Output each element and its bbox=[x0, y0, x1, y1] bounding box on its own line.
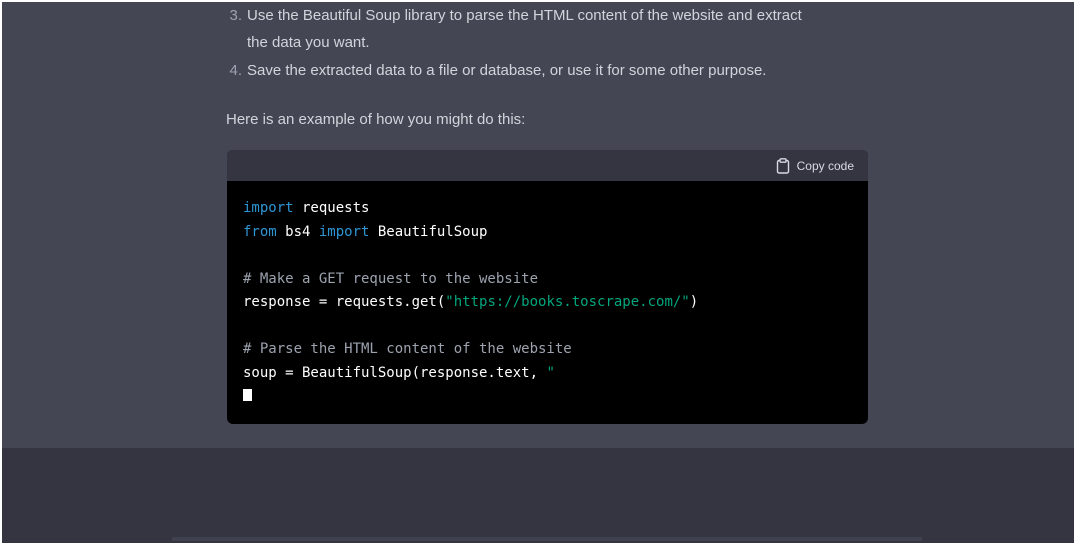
intro-paragraph: Here is an example of how you might do t… bbox=[226, 111, 526, 128]
input-box-top-edge bbox=[172, 537, 922, 541]
assistant-message: 3. Use the Beautiful Soup library to par… bbox=[2, 2, 1074, 448]
typing-cursor bbox=[243, 389, 252, 401]
list-text: Save the extracted data to a file or dat… bbox=[247, 62, 767, 79]
copy-code-button[interactable]: Copy code bbox=[776, 157, 854, 175]
code-token: # Parse the HTML content of the website bbox=[243, 341, 572, 357]
clipboard-icon bbox=[776, 158, 790, 174]
list-number: 3. bbox=[229, 7, 242, 24]
code-token: "https://books.toscrape.com/" bbox=[445, 294, 690, 310]
input-area bbox=[2, 448, 1074, 543]
code-token: bs4 bbox=[276, 223, 319, 240]
code-token: import bbox=[318, 223, 370, 240]
code-header: Copy code bbox=[227, 150, 868, 181]
code-token: " bbox=[546, 364, 555, 381]
code-line: # Parse the HTML content of the website bbox=[243, 338, 698, 362]
code-line: # Make a GET request to the website bbox=[243, 268, 698, 292]
code-line bbox=[243, 385, 698, 409]
code-line: response = requests.get("https://books.t… bbox=[243, 291, 698, 315]
code-token: BeautifulSoup bbox=[369, 223, 488, 240]
code-token: requests bbox=[293, 200, 370, 216]
code-line: import requests bbox=[243, 197, 698, 221]
code-token: soup = BeautifulSoup(response.text, bbox=[243, 364, 547, 381]
chat-window: 3. Use the Beautiful Soup library to par… bbox=[2, 2, 1074, 543]
copy-code-label: Copy code bbox=[796, 159, 854, 173]
code-token: import bbox=[243, 200, 294, 216]
list-number: 4. bbox=[229, 62, 242, 79]
code-line: from bs4 import BeautifulSoup bbox=[243, 221, 698, 245]
code-block: Copy code import requests from bs4 import… bbox=[227, 150, 868, 424]
code-token: ) bbox=[689, 294, 699, 310]
code-line: soup = BeautifulSoup(response.text, " bbox=[243, 362, 698, 386]
code-token: from bbox=[243, 223, 277, 240]
code-token: response = requests.get( bbox=[243, 294, 446, 310]
code-token: # Make a GET request to the website bbox=[243, 270, 539, 287]
code-content: import requests from bs4 import Beautiful… bbox=[243, 197, 698, 409]
list-text: Use the Beautiful Soup library to parse … bbox=[247, 7, 802, 24]
list-text: the data you want. bbox=[247, 34, 370, 51]
